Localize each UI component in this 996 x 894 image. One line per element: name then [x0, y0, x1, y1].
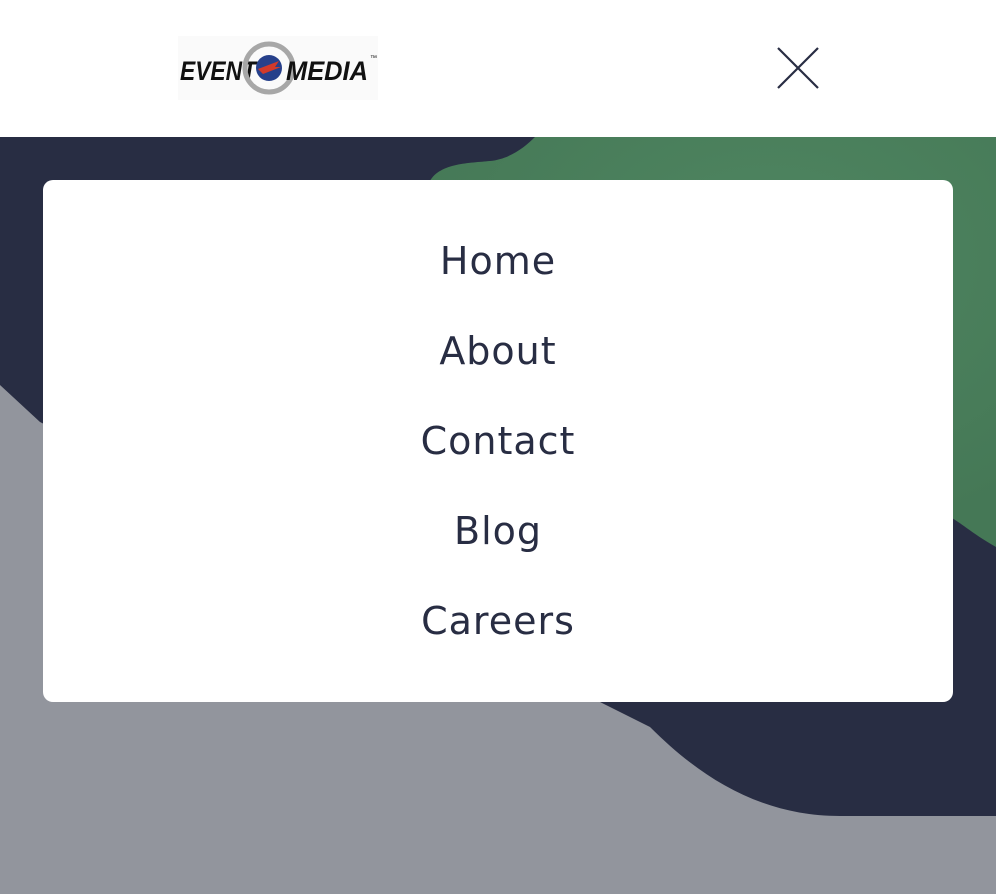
logo-trademark: ™ [370, 55, 377, 62]
logo-graphic: EVENT MEDIA ™ [180, 41, 377, 95]
close-icon [777, 47, 819, 89]
menu-item-careers[interactable]: Careers [43, 591, 953, 651]
menu-item-about[interactable]: About [43, 321, 953, 381]
menu-item-contact[interactable]: Contact [43, 411, 953, 471]
site-header: EVENT MEDIA ™ [0, 0, 996, 137]
logo-text-media: MEDIA [286, 56, 368, 86]
menu-item-blog[interactable]: Blog [43, 501, 953, 561]
navigation-menu: Home About Contact Blog Careers [43, 180, 953, 702]
event-media-logo[interactable]: EVENT MEDIA ™ [178, 36, 378, 100]
menu-item-home[interactable]: Home [43, 231, 953, 291]
close-menu-button[interactable] [772, 42, 824, 94]
